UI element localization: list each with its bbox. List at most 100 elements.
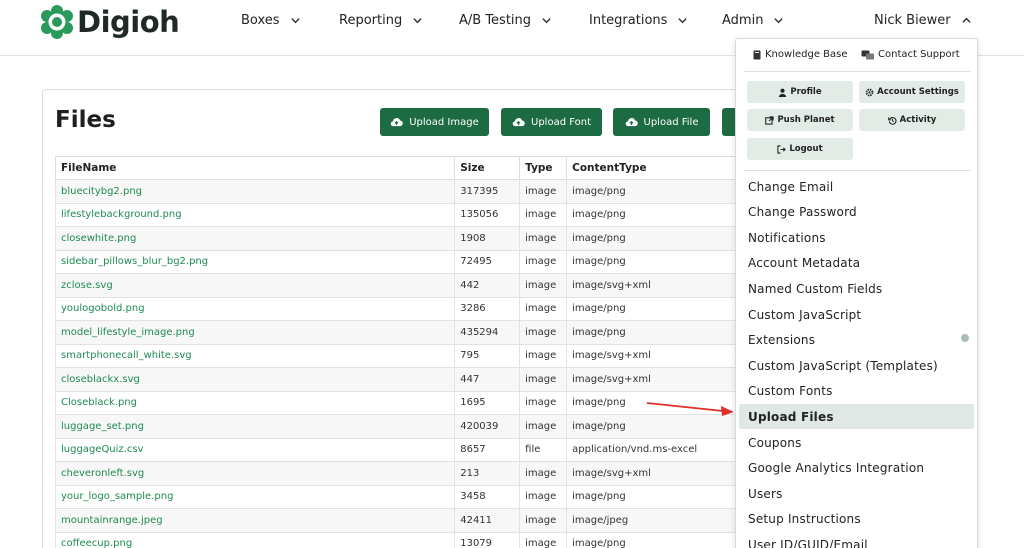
cell-filename[interactable]: Closeblack.png xyxy=(54,390,456,415)
cell-content-type: image/svg+xml xyxy=(566,461,755,486)
contact-support-link[interactable]: Contact Support xyxy=(861,49,960,60)
column-header-size[interactable]: Size xyxy=(454,156,521,180)
upload-image-label: Upload Image xyxy=(409,116,479,128)
cloud-upload-icon xyxy=(512,117,525,126)
table-row[interactable]: closeblackx.svg 447 image image/svg+xml xyxy=(54,367,755,392)
cell-filename[interactable]: mountainrange.jpeg xyxy=(54,508,456,533)
nav-user-menu[interactable]: Nick Biewer xyxy=(874,13,972,28)
cloud-upload-icon xyxy=(625,117,638,126)
column-header-content-type[interactable]: ContentType xyxy=(566,156,755,180)
chevron-down-icon xyxy=(774,18,784,24)
cell-filename[interactable]: bluecitybg2.png xyxy=(54,179,456,204)
nav-boxes-label: Boxes xyxy=(241,13,280,28)
nav-ab-testing-label: A/B Testing xyxy=(459,13,532,28)
table-row[interactable]: your_logo_sample.png 3458 image image/png xyxy=(54,484,755,509)
cell-filename[interactable]: smartphonecall_white.svg xyxy=(54,343,456,368)
cell-content-type: image/png xyxy=(566,226,755,251)
menu-item-custom-fonts[interactable]: Custom Fonts xyxy=(739,379,974,404)
account-settings-label: Account Settings xyxy=(877,87,959,97)
cell-type: image xyxy=(519,202,568,227)
info-icon xyxy=(961,334,969,342)
cell-size: 3286 xyxy=(454,296,521,321)
menu-item-upload-files[interactable]: Upload Files xyxy=(739,404,974,430)
nav-reporting-label: Reporting xyxy=(339,13,403,28)
menu-item-setup-instructions[interactable]: Setup Instructions xyxy=(739,507,974,532)
cell-type: file xyxy=(519,437,568,462)
menu-item-change-email[interactable]: Change Email xyxy=(739,174,974,199)
profile-button[interactable]: Profile xyxy=(747,81,853,103)
menu-item-named-custom-fields[interactable]: Named Custom Fields xyxy=(739,276,974,301)
cell-type: image xyxy=(519,367,568,392)
menu-item-extensions[interactable]: Extensions xyxy=(739,328,974,353)
chevron-up-icon xyxy=(961,17,971,23)
table-row[interactable]: lifestylebackground.png 135056 image image/… xyxy=(54,202,755,227)
table-row[interactable]: coffeecup.png 13079 image image/png xyxy=(54,531,755,548)
table-row[interactable]: bluecitybg2.png 317395 image image/png xyxy=(54,179,755,204)
files-panel: Files Upload Image Upload Font Upload Fi… xyxy=(42,89,762,548)
table-row[interactable]: zclose.svg 442 image image/svg+xml xyxy=(54,273,755,298)
menu-item-user-id-guid-email[interactable]: User ID/GUID/Email xyxy=(739,532,974,548)
table-row[interactable]: luggageQuiz.csv 8657 file application/vnd.m… xyxy=(54,437,755,462)
cell-filename[interactable]: coffeecup.png xyxy=(54,531,456,548)
contact-support-label: Contact Support xyxy=(878,49,960,60)
table-row[interactable]: smartphonecall_white.svg 795 image image/sv… xyxy=(54,343,755,368)
menu-item-coupons[interactable]: Coupons xyxy=(739,430,974,455)
cell-filename[interactable]: model_lifestyle_image.png xyxy=(54,320,456,345)
column-header-filename[interactable]: FileName xyxy=(54,156,456,180)
nav-integrations[interactable]: Integrations xyxy=(589,13,688,28)
menu-item-notifications[interactable]: Notifications xyxy=(739,225,974,250)
menu-item-google-analytics-integration[interactable]: Google Analytics Integration xyxy=(739,456,974,481)
menu-item-custom-javascript[interactable]: Custom JavaScript xyxy=(739,302,974,327)
push-planet-button[interactable]: Push Planet xyxy=(747,109,853,131)
nav-reporting[interactable]: Reporting xyxy=(339,13,423,28)
cell-filename[interactable]: lifestylebackground.png xyxy=(54,202,456,227)
table-row[interactable]: mountainrange.jpeg 42411 image image/jpeg xyxy=(54,508,755,533)
cell-content-type: image/svg+xml xyxy=(566,343,755,368)
chevron-down-icon xyxy=(290,18,300,24)
nav-boxes[interactable]: Boxes xyxy=(241,13,301,28)
table-row[interactable]: closewhite.png 1908 image image/png xyxy=(54,226,755,251)
digioh-logo[interactable]: Digioh xyxy=(40,4,180,40)
nav-integrations-label: Integrations xyxy=(589,13,668,28)
red-annotation-arrow xyxy=(646,402,734,416)
knowledge-base-link[interactable]: Knowledge Base xyxy=(752,49,848,60)
activity-button[interactable]: Activity xyxy=(859,109,965,131)
upload-file-button[interactable]: Upload File xyxy=(613,108,710,136)
files-table: FileName Size Type ContentType bluecityb… xyxy=(54,156,755,548)
table-row[interactable]: luggage_set.png 420039 image image/png xyxy=(54,414,755,439)
external-link-icon xyxy=(765,115,775,125)
cell-filename[interactable]: zclose.svg xyxy=(54,273,456,298)
cell-filename[interactable]: luggage_set.png xyxy=(54,414,456,439)
cell-filename[interactable]: cheveronleft.svg xyxy=(54,461,456,486)
chat-bubbles-icon xyxy=(861,50,874,59)
column-header-type[interactable]: Type xyxy=(519,156,568,180)
upload-font-label: Upload Font xyxy=(531,116,591,128)
account-settings-button[interactable]: Account Settings xyxy=(859,81,965,103)
table-row[interactable]: sidebar_pillows_blur_bg2.png 72495 image im… xyxy=(54,249,755,274)
cell-filename[interactable]: your_logo_sample.png xyxy=(54,484,456,509)
cell-filename[interactable]: sidebar_pillows_blur_bg2.png xyxy=(54,249,456,274)
menu-item-change-password[interactable]: Change Password xyxy=(739,200,974,225)
cell-type: image xyxy=(519,531,568,548)
table-row[interactable]: youlogobold.png 3286 image image/png xyxy=(54,296,755,321)
menu-item-users[interactable]: Users xyxy=(739,481,974,506)
profile-label: Profile xyxy=(790,87,822,97)
table-row[interactable]: cheveronleft.svg 213 image image/svg+xml xyxy=(54,461,755,486)
upload-image-button[interactable]: Upload Image xyxy=(380,108,489,136)
cell-filename[interactable]: closewhite.png xyxy=(54,226,456,251)
cell-content-type: image/jpeg xyxy=(566,508,755,533)
logout-button[interactable]: Logout xyxy=(747,138,853,160)
nav-ab-testing[interactable]: A/B Testing xyxy=(459,13,552,28)
cell-filename[interactable]: closeblackx.svg xyxy=(54,367,456,392)
menu-item-account-metadata[interactable]: Account Metadata xyxy=(739,251,974,276)
cell-type: image xyxy=(519,179,568,204)
page-title: Files xyxy=(55,107,116,133)
menu-item-custom-javascript-templates[interactable]: Custom JavaScript (Templates) xyxy=(739,353,974,378)
cell-size: 42411 xyxy=(454,508,521,533)
table-row[interactable]: model_lifestyle_image.png 435294 image imag… xyxy=(54,320,755,345)
cell-filename[interactable]: luggageQuiz.csv xyxy=(54,437,456,462)
nav-admin[interactable]: Admin xyxy=(722,13,784,28)
upload-font-button[interactable]: Upload Font xyxy=(501,108,602,136)
gear-icon xyxy=(865,88,874,96)
cell-filename[interactable]: youlogobold.png xyxy=(54,296,456,321)
